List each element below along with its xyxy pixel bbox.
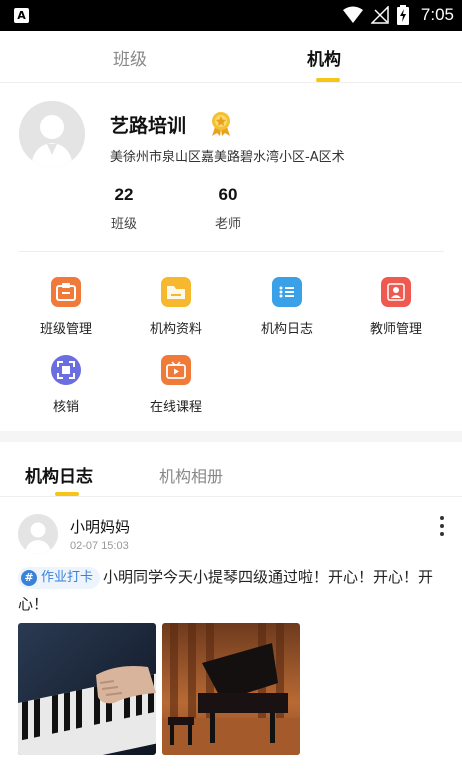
stat-classes[interactable]: 22 班级 bbox=[94, 185, 154, 232]
menu-institution-info[interactable]: 机构资料 bbox=[126, 277, 226, 337]
default-avatar-icon bbox=[19, 101, 85, 167]
menu-class-management-label: 班级管理 bbox=[39, 322, 92, 337]
tab-institution-album[interactable]: 机构相册 bbox=[159, 463, 223, 487]
stat-classes-value: 22 bbox=[114, 185, 134, 204]
status-icons: 7:05 bbox=[342, 5, 454, 25]
more-options-icon[interactable] bbox=[438, 516, 446, 536]
menu-institution-info-label: 机构资料 bbox=[149, 322, 202, 337]
feed-section: 机构日志 机构相册 小明妈妈 02-07 15:03 # 作业打卡 小明同学今天小提… bbox=[0, 442, 462, 772]
menu-verify-label: 核销 bbox=[52, 400, 79, 415]
teacher-icon bbox=[381, 277, 411, 307]
menu-teacher-management[interactable]: 教师管理 bbox=[346, 277, 446, 337]
post-author-name[interactable]: 小明妈妈 bbox=[70, 516, 130, 537]
menu-verify[interactable]: 核销 bbox=[16, 355, 116, 415]
menu-teacher-management-label: 教师管理 bbox=[369, 322, 422, 337]
institution-name: 艺路培训 bbox=[110, 115, 187, 137]
medal-icon bbox=[212, 112, 230, 136]
stat-teachers-label: 老师 bbox=[214, 217, 241, 232]
tab-class[interactable]: 班级 bbox=[113, 45, 147, 70]
institution-avatar[interactable] bbox=[19, 101, 85, 167]
grand-piano-photo[interactable] bbox=[162, 623, 300, 755]
piano-keys-photo[interactable] bbox=[18, 623, 156, 755]
institution-address: 美徐州市泉山区嘉美路碧水湾小区-A区术 bbox=[110, 150, 345, 165]
menu-institution-log[interactable]: 机构日志 bbox=[237, 277, 337, 337]
menu-online-course-label: 在线课程 bbox=[149, 400, 202, 415]
post-tag-label: 作业打卡 bbox=[41, 570, 94, 585]
tab-institution-log[interactable]: 机构日志 bbox=[25, 462, 93, 487]
class-management-icon bbox=[51, 277, 81, 307]
log-list-icon bbox=[272, 277, 302, 307]
scan-icon bbox=[51, 355, 81, 385]
top-tab-bar: 班级 机构 bbox=[0, 31, 462, 83]
post-tag[interactable]: # 作业打卡 bbox=[18, 566, 101, 589]
divider bbox=[18, 251, 444, 252]
signal-icon bbox=[370, 6, 389, 24]
divider bbox=[0, 496, 462, 497]
tv-play-icon bbox=[161, 355, 191, 385]
post-timestamp: 02-07 15:03 bbox=[70, 540, 129, 552]
wifi-icon bbox=[342, 6, 363, 23]
tab-active-indicator bbox=[316, 78, 340, 82]
menu-online-course[interactable]: 在线课程 bbox=[126, 355, 226, 415]
default-avatar-icon bbox=[18, 514, 58, 554]
post-content: # 作业打卡 小明同学今天小提琴四级通过啦！开心！开心！开心！ bbox=[18, 564, 448, 618]
institution-card: 艺路培训 美徐州市泉山区嘉美路碧水湾小区-A区术 22 班级 60 老师 班级管… bbox=[0, 83, 462, 431]
hashtag-icon: # bbox=[21, 569, 37, 586]
post-author-avatar[interactable] bbox=[18, 514, 58, 554]
folder-icon bbox=[161, 277, 191, 307]
stat-teachers[interactable]: 60 老师 bbox=[198, 185, 258, 232]
menu-institution-log-label: 机构日志 bbox=[260, 322, 313, 337]
tab-institution[interactable]: 机构 bbox=[307, 45, 341, 70]
battery-charging-icon bbox=[396, 5, 409, 25]
menu-class-management[interactable]: 班级管理 bbox=[16, 277, 116, 337]
stat-teachers-value: 60 bbox=[218, 185, 238, 204]
status-bar: A 7:05 bbox=[0, 0, 462, 31]
app-notification-icon: A bbox=[14, 8, 29, 23]
stat-classes-label: 班级 bbox=[110, 217, 137, 232]
status-time: 7:05 bbox=[420, 5, 454, 24]
